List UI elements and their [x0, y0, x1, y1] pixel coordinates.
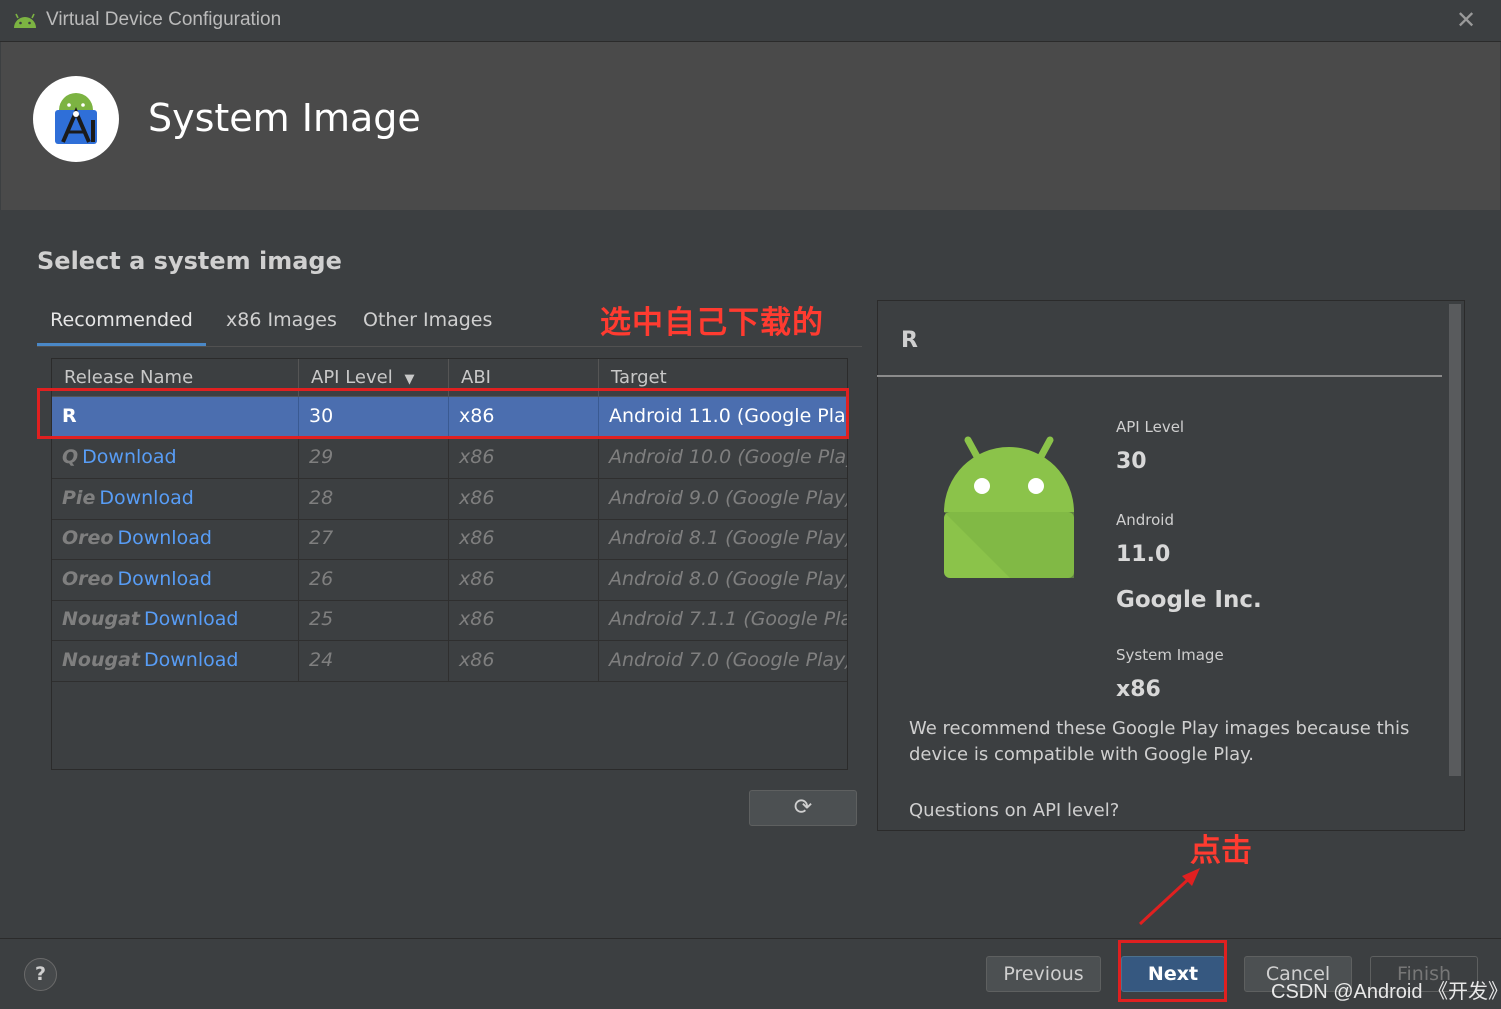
abi: x86 — [449, 641, 599, 681]
release-name: Oreo — [62, 568, 114, 590]
android-studio-logo — [33, 76, 119, 162]
abi: x86 — [449, 519, 599, 559]
vendor-value: Google Inc. — [1116, 587, 1262, 613]
watermark: CSDN @Android 《开发》 — [1271, 981, 1501, 1003]
release-name: Q — [62, 446, 79, 468]
android-version-value: 11.0 — [1116, 542, 1171, 567]
annotation-next-box — [1118, 940, 1227, 1002]
target: Android 7.0 (Google Play) — [609, 649, 847, 671]
download-link[interactable]: Download — [117, 527, 211, 549]
download-link[interactable]: Download — [99, 487, 193, 509]
annotation-arrow-icon — [1138, 868, 1200, 926]
download-link[interactable]: Download — [144, 608, 238, 630]
window-title: Virtual Device Configuration — [46, 9, 282, 30]
footer-divider — [0, 938, 1501, 939]
previous-button[interactable]: Previous — [986, 956, 1101, 992]
tab-x86-images[interactable]: x86 Images — [226, 309, 337, 347]
help-button[interactable]: ? — [24, 958, 57, 991]
release-name: Nougat — [62, 649, 140, 671]
release-name: Pie — [62, 487, 96, 509]
android-studio-icon — [14, 13, 36, 28]
table-row[interactable]: Nougat Download 24 x86 Android 7.0 (Googl… — [52, 641, 847, 682]
target: Android 9.0 (Google Play) — [609, 487, 847, 509]
tabs-divider — [37, 346, 862, 347]
section-title: Select a system image — [37, 247, 342, 275]
recommendation-text: We recommend these Google Play images be… — [909, 718, 1410, 765]
abi: x86 — [449, 479, 599, 519]
android-robot-icon — [944, 436, 1074, 578]
api-level-label: API Level — [1116, 418, 1185, 436]
abi: x86 — [449, 560, 599, 600]
download-link[interactable]: Download — [144, 649, 238, 671]
tab-recommended[interactable]: Recommended — [37, 309, 206, 347]
abi: x86 — [449, 600, 599, 640]
details-scrollbar[interactable] — [1449, 304, 1461, 776]
api-level: 25 — [299, 600, 449, 640]
api-level-value: 30 — [1116, 449, 1147, 474]
target: Android 8.0 (Google Play) — [609, 568, 847, 590]
table-row[interactable]: Oreo Download 27 x86 Android 8.1 (Google … — [52, 519, 847, 560]
release-name: Oreo — [62, 527, 114, 549]
api-level: 28 — [299, 479, 449, 519]
target: Android 10.0 (Google Play) — [609, 446, 847, 468]
abi: x86 — [449, 438, 599, 478]
system-image-value: x86 — [1116, 677, 1161, 702]
annotation-selection-box — [37, 388, 849, 439]
download-link[interactable]: Download — [82, 446, 176, 468]
details-title: R — [901, 328, 918, 353]
sort-desc-icon: ▼ — [404, 372, 415, 387]
release-name: Nougat — [62, 608, 140, 630]
annotation-select-note: 选中自己下载的 — [600, 305, 824, 341]
page-title: System Image — [148, 96, 421, 140]
api-level: 29 — [299, 438, 449, 478]
api-level-questions-link[interactable]: Questions on API level? — [909, 800, 1119, 821]
table-row[interactable]: Nougat Download 25 x86 Android 7.1.1 (Goo… — [52, 600, 847, 641]
api-level: 27 — [299, 519, 449, 559]
target: Android 8.1 (Google Play) — [609, 527, 847, 549]
table-row[interactable]: Pie Download 28 x86 Android 9.0 (Google P… — [52, 479, 847, 520]
api-level: 24 — [299, 641, 449, 681]
details-divider — [877, 375, 1442, 377]
table-row[interactable]: Q Download 29 x86 Android 10.0 (Google Pl… — [52, 438, 847, 479]
refresh-button[interactable]: ⟳ — [749, 790, 857, 826]
refresh-icon: ⟳ — [793, 795, 813, 820]
system-image-label: System Image — [1116, 646, 1224, 664]
api-level: 26 — [299, 560, 449, 600]
android-version-label: Android — [1116, 511, 1174, 529]
table-row[interactable]: Oreo Download 26 x86 Android 8.0 (Google … — [52, 560, 847, 601]
close-icon[interactable]: ✕ — [1452, 6, 1480, 34]
target: Android 7.1.1 (Google Play) — [609, 608, 847, 630]
download-link[interactable]: Download — [117, 568, 211, 590]
tab-other-images[interactable]: Other Images — [363, 309, 492, 347]
